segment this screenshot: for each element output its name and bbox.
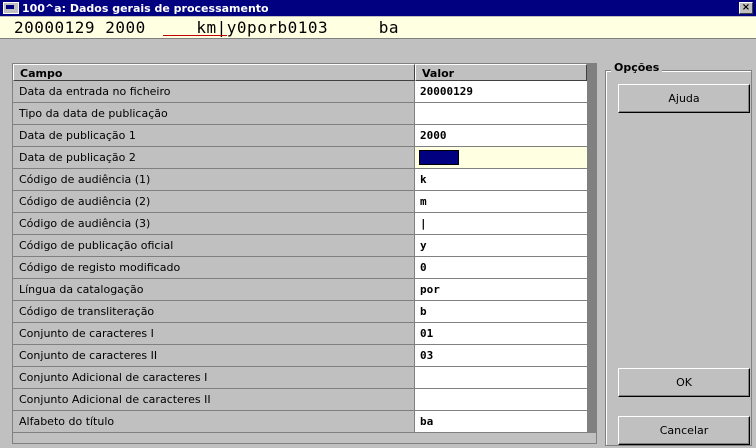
field-value-cell[interactable]: 0 xyxy=(415,257,587,279)
cancel-button-label: Cancelar xyxy=(659,424,709,437)
table-row[interactable]: Tipo da data de publicação xyxy=(13,103,596,125)
field-name-cell: Código de registo modificado xyxy=(13,257,415,279)
row-gap xyxy=(587,213,596,235)
options-title: Opções xyxy=(611,61,663,75)
table-row[interactable]: Data de publicação 2 xyxy=(13,147,596,169)
value-edit-box[interactable] xyxy=(419,150,459,165)
field-name-cell: Código de publicação oficial xyxy=(13,235,415,257)
ok-button-label: OK xyxy=(676,376,692,389)
field-value-cell[interactable] xyxy=(415,103,587,125)
table-row[interactable]: Código de transliteração b xyxy=(13,301,596,323)
field-name-cell: Data de publicação 2 xyxy=(13,147,415,169)
table-row[interactable]: Língua da catalogação por xyxy=(13,279,596,301)
field-value-cell[interactable]: k xyxy=(415,169,587,191)
row-gap xyxy=(587,345,596,367)
table-row[interactable]: Conjunto de caracteres I 01 xyxy=(13,323,596,345)
row-gap xyxy=(587,323,596,345)
row-gap xyxy=(587,257,596,279)
table-row[interactable]: Conjunto Adicional de caracteres II xyxy=(13,389,596,411)
field-value-cell[interactable]: | xyxy=(415,213,587,235)
window-title: 100^a: Dados gerais de processamento xyxy=(22,1,269,15)
row-gap xyxy=(587,191,596,213)
table-row[interactable]: Data de publicação 1 2000 xyxy=(13,125,596,147)
field-value-cell[interactable]: ba xyxy=(415,411,587,433)
field-name-cell: Conjunto Adicional de caracteres II xyxy=(13,389,415,411)
table-row[interactable]: Código de audiência (3) | xyxy=(13,213,596,235)
field-value-cell[interactable]: 2000 xyxy=(415,125,587,147)
table-row[interactable]: Conjunto de caracteres II 03 xyxy=(13,345,596,367)
field-value-cell[interactable] xyxy=(415,389,587,411)
field-value-cell[interactable]: b xyxy=(415,301,587,323)
record-display: 20000129 2000 km|y0porb0103 ba xyxy=(0,17,756,39)
table-row[interactable]: Código de publicação oficial y xyxy=(13,235,596,257)
help-button[interactable]: Ajuda xyxy=(618,84,750,113)
field-name-cell: Código de audiência (1) xyxy=(13,169,415,191)
title-bar: 100^a: Dados gerais de processamento × xyxy=(0,0,756,16)
ok-button[interactable]: OK xyxy=(618,368,750,397)
field-name-cell: Alfabeto do título xyxy=(13,411,415,433)
column-header-campo[interactable]: Campo xyxy=(13,64,415,81)
field-name-cell: Código de transliteração xyxy=(13,301,415,323)
field-value-cell[interactable]: y xyxy=(415,235,587,257)
row-gap xyxy=(587,279,596,301)
cancel-button[interactable]: Cancelar xyxy=(618,416,750,445)
close-button[interactable]: × xyxy=(739,2,753,14)
field-name-cell: Conjunto de caracteres II xyxy=(13,345,415,367)
field-value-cell[interactable] xyxy=(415,367,587,389)
field-name-cell: Tipo da data de publicação xyxy=(13,103,415,125)
table-row[interactable]: Código de registo modificado 0 xyxy=(13,257,596,279)
field-name-cell: Data da entrada no ficheiro xyxy=(13,81,415,103)
field-value-cell[interactable]: por xyxy=(415,279,587,301)
row-gap xyxy=(587,147,596,169)
row-gap xyxy=(587,125,596,147)
column-header-valor[interactable]: Valor xyxy=(415,64,587,81)
fields-grid: Campo Valor Data da entrada no ficheiro 2… xyxy=(12,63,597,444)
table-row[interactable]: Código de audiência (1) k xyxy=(13,169,596,191)
field-name-cell: Conjunto Adicional de caracteres I xyxy=(13,367,415,389)
grid-scroll-gap xyxy=(587,64,596,81)
field-name-cell: Código de audiência (2) xyxy=(13,191,415,213)
table-row[interactable]: Conjunto Adicional de caracteres I xyxy=(13,367,596,389)
row-gap xyxy=(587,367,596,389)
field-name-cell: Língua da catalogação xyxy=(13,279,415,301)
field-value-cell[interactable]: 01 xyxy=(415,323,587,345)
help-button-label: Ajuda xyxy=(668,92,700,105)
row-gap xyxy=(587,103,596,125)
row-gap xyxy=(587,389,596,411)
table-row[interactable]: Código de audiência (2) m xyxy=(13,191,596,213)
field-name-cell: Conjunto de caracteres I xyxy=(13,323,415,345)
grid-header: Campo Valor xyxy=(13,64,596,81)
record-underline xyxy=(163,35,227,36)
field-value-cell[interactable]: 20000129 xyxy=(415,81,587,103)
field-value-cell[interactable]: 03 xyxy=(415,345,587,367)
field-name-cell: Código de audiência (3) xyxy=(13,213,415,235)
row-gap xyxy=(587,411,596,433)
row-gap xyxy=(587,301,596,323)
row-gap xyxy=(587,235,596,257)
field-value-cell[interactable]: m xyxy=(415,191,587,213)
field-name-cell: Data de publicação 1 xyxy=(13,125,415,147)
table-row[interactable]: Data da entrada no ficheiro 20000129 xyxy=(13,81,596,103)
table-row[interactable]: Alfabeto do título ba xyxy=(13,411,596,433)
row-gap xyxy=(587,81,596,103)
app-icon xyxy=(3,2,19,14)
row-gap xyxy=(587,169,596,191)
field-value-cell[interactable] xyxy=(415,147,587,169)
